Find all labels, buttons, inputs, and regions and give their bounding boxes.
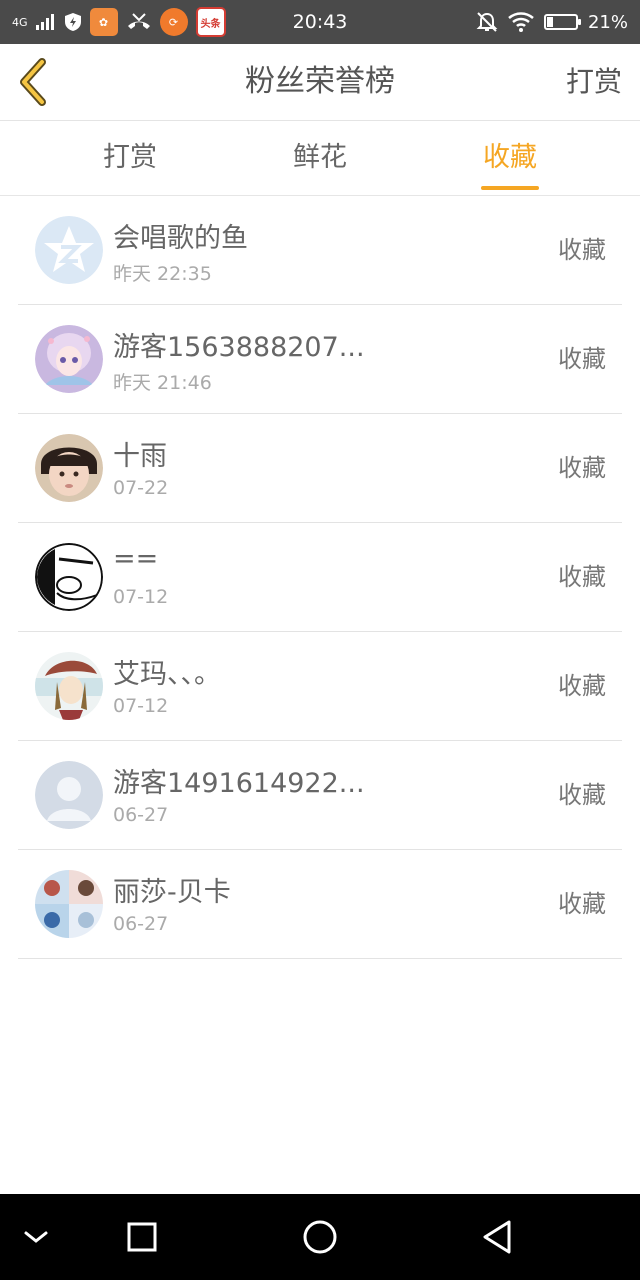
home-icon [303, 1220, 337, 1254]
fan-name: 会唱歌的鱼 [113, 223, 248, 254]
home-button[interactable] [280, 1194, 360, 1280]
child-photo-avatar [35, 434, 103, 502]
bell-muted-icon [476, 11, 498, 33]
tab-favorites[interactable]: 收藏 [410, 121, 610, 195]
list-item[interactable]: 游客1491614922... 06-27 收藏 [18, 741, 622, 850]
recent-apps-button[interactable] [102, 1194, 182, 1280]
favorite-label: 收藏 [558, 890, 606, 918]
fan-name: 艾玛、、。 [113, 659, 221, 690]
fan-time: 07-22 [113, 477, 169, 499]
fan-name: 丽莎-贝卡 [113, 877, 231, 908]
fan-list: 会唱歌的鱼 昨天 22:35 收藏 游客1563888207... 昨天 21:… [0, 196, 640, 959]
hat-girl-avatar [35, 652, 103, 720]
fan-time: 06-27 [113, 804, 169, 826]
favorite-label: 收藏 [558, 672, 606, 700]
favorite-label: 收藏 [558, 781, 606, 809]
list-item[interactable]: 艾玛、、。 07-12 收藏 [18, 632, 622, 741]
qq-star-avatar [35, 216, 103, 284]
default-user-avatar [35, 761, 103, 829]
collage-avatar [35, 870, 103, 938]
hide-nav-button[interactable] [0, 1194, 76, 1280]
tab-label: 鲜花 [293, 142, 347, 173]
wifi-icon [508, 12, 534, 32]
reward-button[interactable]: 打赏 [566, 44, 622, 120]
list-item[interactable]: 十雨 07-22 收藏 [18, 414, 622, 523]
fan-name: 游客1491614922... [113, 768, 365, 799]
battery-percent: 21% [587, 11, 628, 33]
back-nav-button[interactable] [458, 1194, 538, 1280]
favorite-label: 收藏 [558, 563, 606, 591]
fan-time: 昨天 21:46 [113, 372, 212, 394]
favorite-label: 收藏 [558, 236, 606, 264]
recent-apps-icon [127, 1222, 157, 1252]
status-right-icons: 21% [476, 0, 628, 44]
anime-girl-avatar [35, 325, 103, 393]
active-tab-indicator [481, 186, 539, 190]
tab-label: 收藏 [483, 142, 537, 173]
status-bar: 4G ✿ ⟳ 头条 20:43 21% [0, 0, 640, 44]
battery-icon [543, 14, 581, 30]
sketch-avatar [35, 543, 103, 611]
fan-name: == [113, 543, 159, 574]
fan-time: 07-12 [113, 586, 169, 608]
page-title: 粉丝荣誉榜 [245, 64, 395, 99]
fan-name: 游客1563888207... [113, 332, 365, 363]
top-bar: 粉丝荣誉榜 打赏 [0, 44, 640, 121]
tab-flowers[interactable]: 鲜花 [220, 121, 420, 195]
fan-time: 07-12 [113, 695, 169, 717]
tab-bar: 打赏 鲜花 收藏 [0, 121, 640, 196]
back-triangle-icon [483, 1220, 511, 1254]
list-item[interactable]: 丽莎-贝卡 06-27 收藏 [18, 850, 622, 959]
system-nav-bar [0, 1194, 640, 1280]
favorite-label: 收藏 [558, 454, 606, 482]
fan-time: 昨天 22:35 [113, 263, 212, 285]
list-item[interactable]: == 07-12 收藏 [18, 523, 622, 632]
favorite-label: 收藏 [558, 345, 606, 373]
fan-name: 十雨 [113, 441, 167, 472]
list-item[interactable]: 游客1563888207... 昨天 21:46 收藏 [18, 305, 622, 414]
tab-label: 打赏 [103, 142, 157, 173]
tab-reward[interactable]: 打赏 [30, 121, 230, 195]
list-item[interactable]: 会唱歌的鱼 昨天 22:35 收藏 [18, 196, 622, 305]
fan-time: 06-27 [113, 913, 169, 935]
chevron-down-icon [24, 1231, 48, 1243]
